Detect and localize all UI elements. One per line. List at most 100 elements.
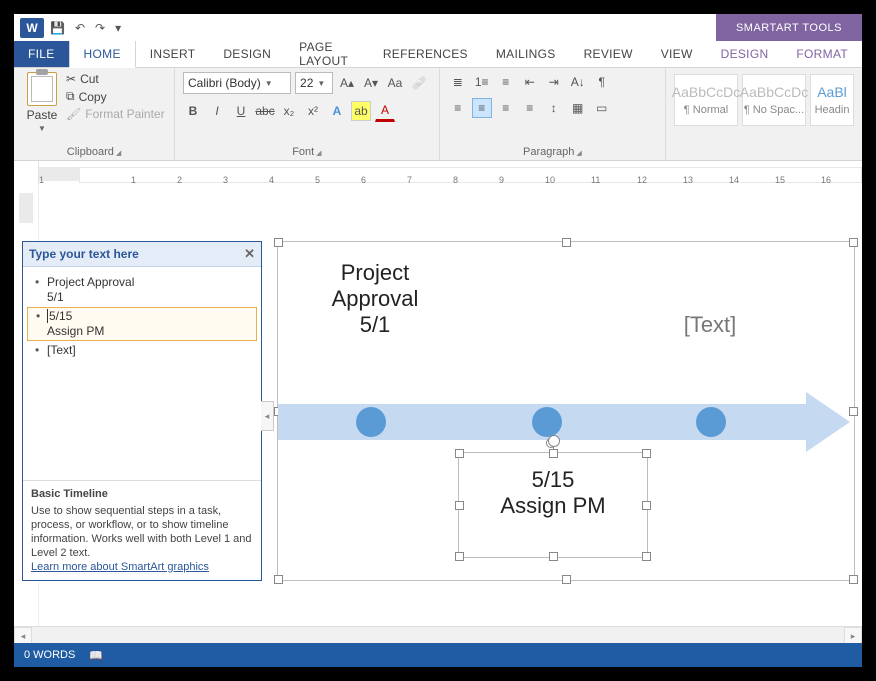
font-color-button[interactable]: A <box>375 100 395 122</box>
proofing-icon[interactable]: 📖 <box>89 649 103 662</box>
group-label-paragraph: Paragraph <box>448 144 657 158</box>
selection-handle[interactable] <box>455 501 464 510</box>
decrease-indent-button[interactable]: ⇤ <box>520 72 540 92</box>
text-pane-item[interactable]: Project Approval5/1 <box>27 273 257 307</box>
ruler-number: 5 <box>315 175 320 185</box>
tab-references[interactable]: REFERENCES <box>369 41 482 67</box>
selection-handle[interactable] <box>562 575 571 584</box>
sort-button[interactable]: A↓ <box>568 72 588 92</box>
text-pane-list[interactable]: Project Approval5/15/15Assign PM[Text] <box>23 267 261 480</box>
horizontal-scrollbar[interactable]: ◂ ▸ <box>14 626 862 643</box>
copy-button[interactable]: ⧉Copy <box>66 89 165 104</box>
ruler-number: 1 <box>39 175 44 185</box>
text-pane-title: Type your text here <box>29 247 139 261</box>
selection-handle[interactable] <box>849 238 858 247</box>
style-no-spacing[interactable]: AaBbCcDc¶ No Spac... <box>742 74 806 126</box>
save-button[interactable]: 💾 <box>50 21 65 35</box>
timeline-text-2-selected[interactable]: 5/15 Assign PM <box>458 452 648 558</box>
justify-button[interactable]: ≡ <box>520 98 540 118</box>
strikethrough-button[interactable]: abc <box>255 101 275 121</box>
selection-handle[interactable] <box>455 449 464 458</box>
text-pane-item[interactable]: [Text] <box>27 341 257 360</box>
align-right-button[interactable]: ≡ <box>496 98 516 118</box>
tab-design[interactable]: DESIGN <box>209 41 285 67</box>
shrink-font-button[interactable]: A▾ <box>361 73 381 93</box>
bold-button[interactable]: B <box>183 101 203 121</box>
show-marks-button[interactable]: ¶ <box>592 72 612 92</box>
subscript-button[interactable]: x₂ <box>279 101 299 121</box>
align-left-button[interactable]: ≡ <box>448 98 468 118</box>
tab-mailings[interactable]: MAILINGS <box>482 41 570 67</box>
footer-title: Basic Timeline <box>31 487 253 501</box>
shading-button[interactable]: ▦ <box>568 98 588 118</box>
text-pane-item[interactable]: 5/15Assign PM <box>27 307 257 341</box>
redo-button[interactable]: ↷ <box>95 21 105 35</box>
increase-indent-button[interactable]: ⇥ <box>544 72 564 92</box>
smartart-canvas[interactable]: Project Approval 5/1 [Text] 5/15 Assign … <box>277 241 855 581</box>
selection-handle[interactable] <box>274 575 283 584</box>
timeline-node-icon[interactable] <box>696 407 726 437</box>
ruler-number: 16 <box>821 175 831 185</box>
align-center-button[interactable]: ≡ <box>472 98 492 118</box>
ruler-number: 6 <box>361 175 366 185</box>
line-spacing-button[interactable]: ↕ <box>544 98 564 118</box>
tab-insert[interactable]: INSERT <box>136 41 210 67</box>
scissors-icon: ✂ <box>66 72 76 86</box>
paste-button[interactable]: Paste ▼ <box>22 72 62 133</box>
group-font: Calibri (Body)▼ 22▼ A▴ A▾ Aa 🩹 B I U abc… <box>175 68 440 160</box>
borders-button[interactable]: ▭ <box>592 98 612 118</box>
selection-handle[interactable] <box>455 552 464 561</box>
selection-handle[interactable] <box>849 575 858 584</box>
tab-home[interactable]: HOME <box>69 40 136 68</box>
highlight-button[interactable]: ab <box>351 101 371 121</box>
clear-formatting-button[interactable]: 🩹 <box>409 73 429 93</box>
superscript-button[interactable]: x² <box>303 101 323 121</box>
rotate-handle[interactable] <box>548 435 560 447</box>
selection-handle[interactable] <box>274 238 283 247</box>
bullets-button[interactable]: ≣ <box>448 72 468 92</box>
close-button[interactable]: ✕ <box>244 246 255 262</box>
scroll-left-button[interactable]: ◂ <box>14 627 32 643</box>
text-pane-toggle[interactable]: ◂ <box>261 401 274 431</box>
scroll-right-button[interactable]: ▸ <box>844 627 862 643</box>
font-name-combo[interactable]: Calibri (Body)▼ <box>183 72 291 94</box>
timeline-text-3-placeholder[interactable]: [Text] <box>650 312 770 338</box>
selection-handle[interactable] <box>549 552 558 561</box>
italic-button[interactable]: I <box>207 101 227 121</box>
customize-qat-button[interactable]: ▾ <box>115 21 121 35</box>
tab-page-layout[interactable]: PAGE LAYOUT <box>285 41 369 67</box>
horizontal-ruler[interactable]: 11234567891011121314151617 <box>14 161 862 188</box>
style-preview: AaBbCcDc <box>740 84 808 100</box>
selection-handle[interactable] <box>642 501 651 510</box>
tab-smartart-format[interactable]: FORMAT <box>782 41 862 67</box>
cut-button[interactable]: ✂ Cut <box>66 72 165 86</box>
numbering-button[interactable]: 1≡ <box>472 72 492 92</box>
word-count[interactable]: 0 WORDS <box>24 649 75 661</box>
style-normal[interactable]: AaBbCcDc¶ Normal <box>674 74 738 126</box>
selection-handle[interactable] <box>562 238 571 247</box>
ruler-number: 15 <box>775 175 785 185</box>
ruler-number: 13 <box>683 175 693 185</box>
grow-font-button[interactable]: A▴ <box>337 73 357 93</box>
selection-handle[interactable] <box>549 449 558 458</box>
selection-handle[interactable] <box>642 552 651 561</box>
tab-view[interactable]: VIEW <box>647 41 707 67</box>
text-effects-button[interactable]: A <box>327 101 347 121</box>
undo-button[interactable]: ↶ <box>75 21 85 35</box>
timeline-node-icon[interactable] <box>356 407 386 437</box>
cut-label: Cut <box>80 72 99 86</box>
tab-smartart-design[interactable]: DESIGN <box>707 41 783 67</box>
tab-review[interactable]: REVIEW <box>570 41 647 67</box>
learn-more-link[interactable]: Learn more about SmartArt graphics <box>31 561 209 573</box>
timeline-text-1[interactable]: Project Approval 5/1 <box>310 260 440 338</box>
font-size-combo[interactable]: 22▼ <box>295 72 333 94</box>
underline-button[interactable]: U <box>231 101 251 121</box>
change-case-button[interactable]: Aa <box>385 73 405 93</box>
timeline-node-icon[interactable] <box>532 407 562 437</box>
tab-file[interactable]: FILE <box>14 41 69 67</box>
ruler-number: 10 <box>545 175 555 185</box>
multilevel-list-button[interactable]: ≡ <box>496 72 516 92</box>
style-heading1[interactable]: AaBlHeadin <box>810 74 854 126</box>
selection-handle[interactable] <box>642 449 651 458</box>
format-painter-button[interactable]: 🖌Format Painter <box>66 107 165 121</box>
